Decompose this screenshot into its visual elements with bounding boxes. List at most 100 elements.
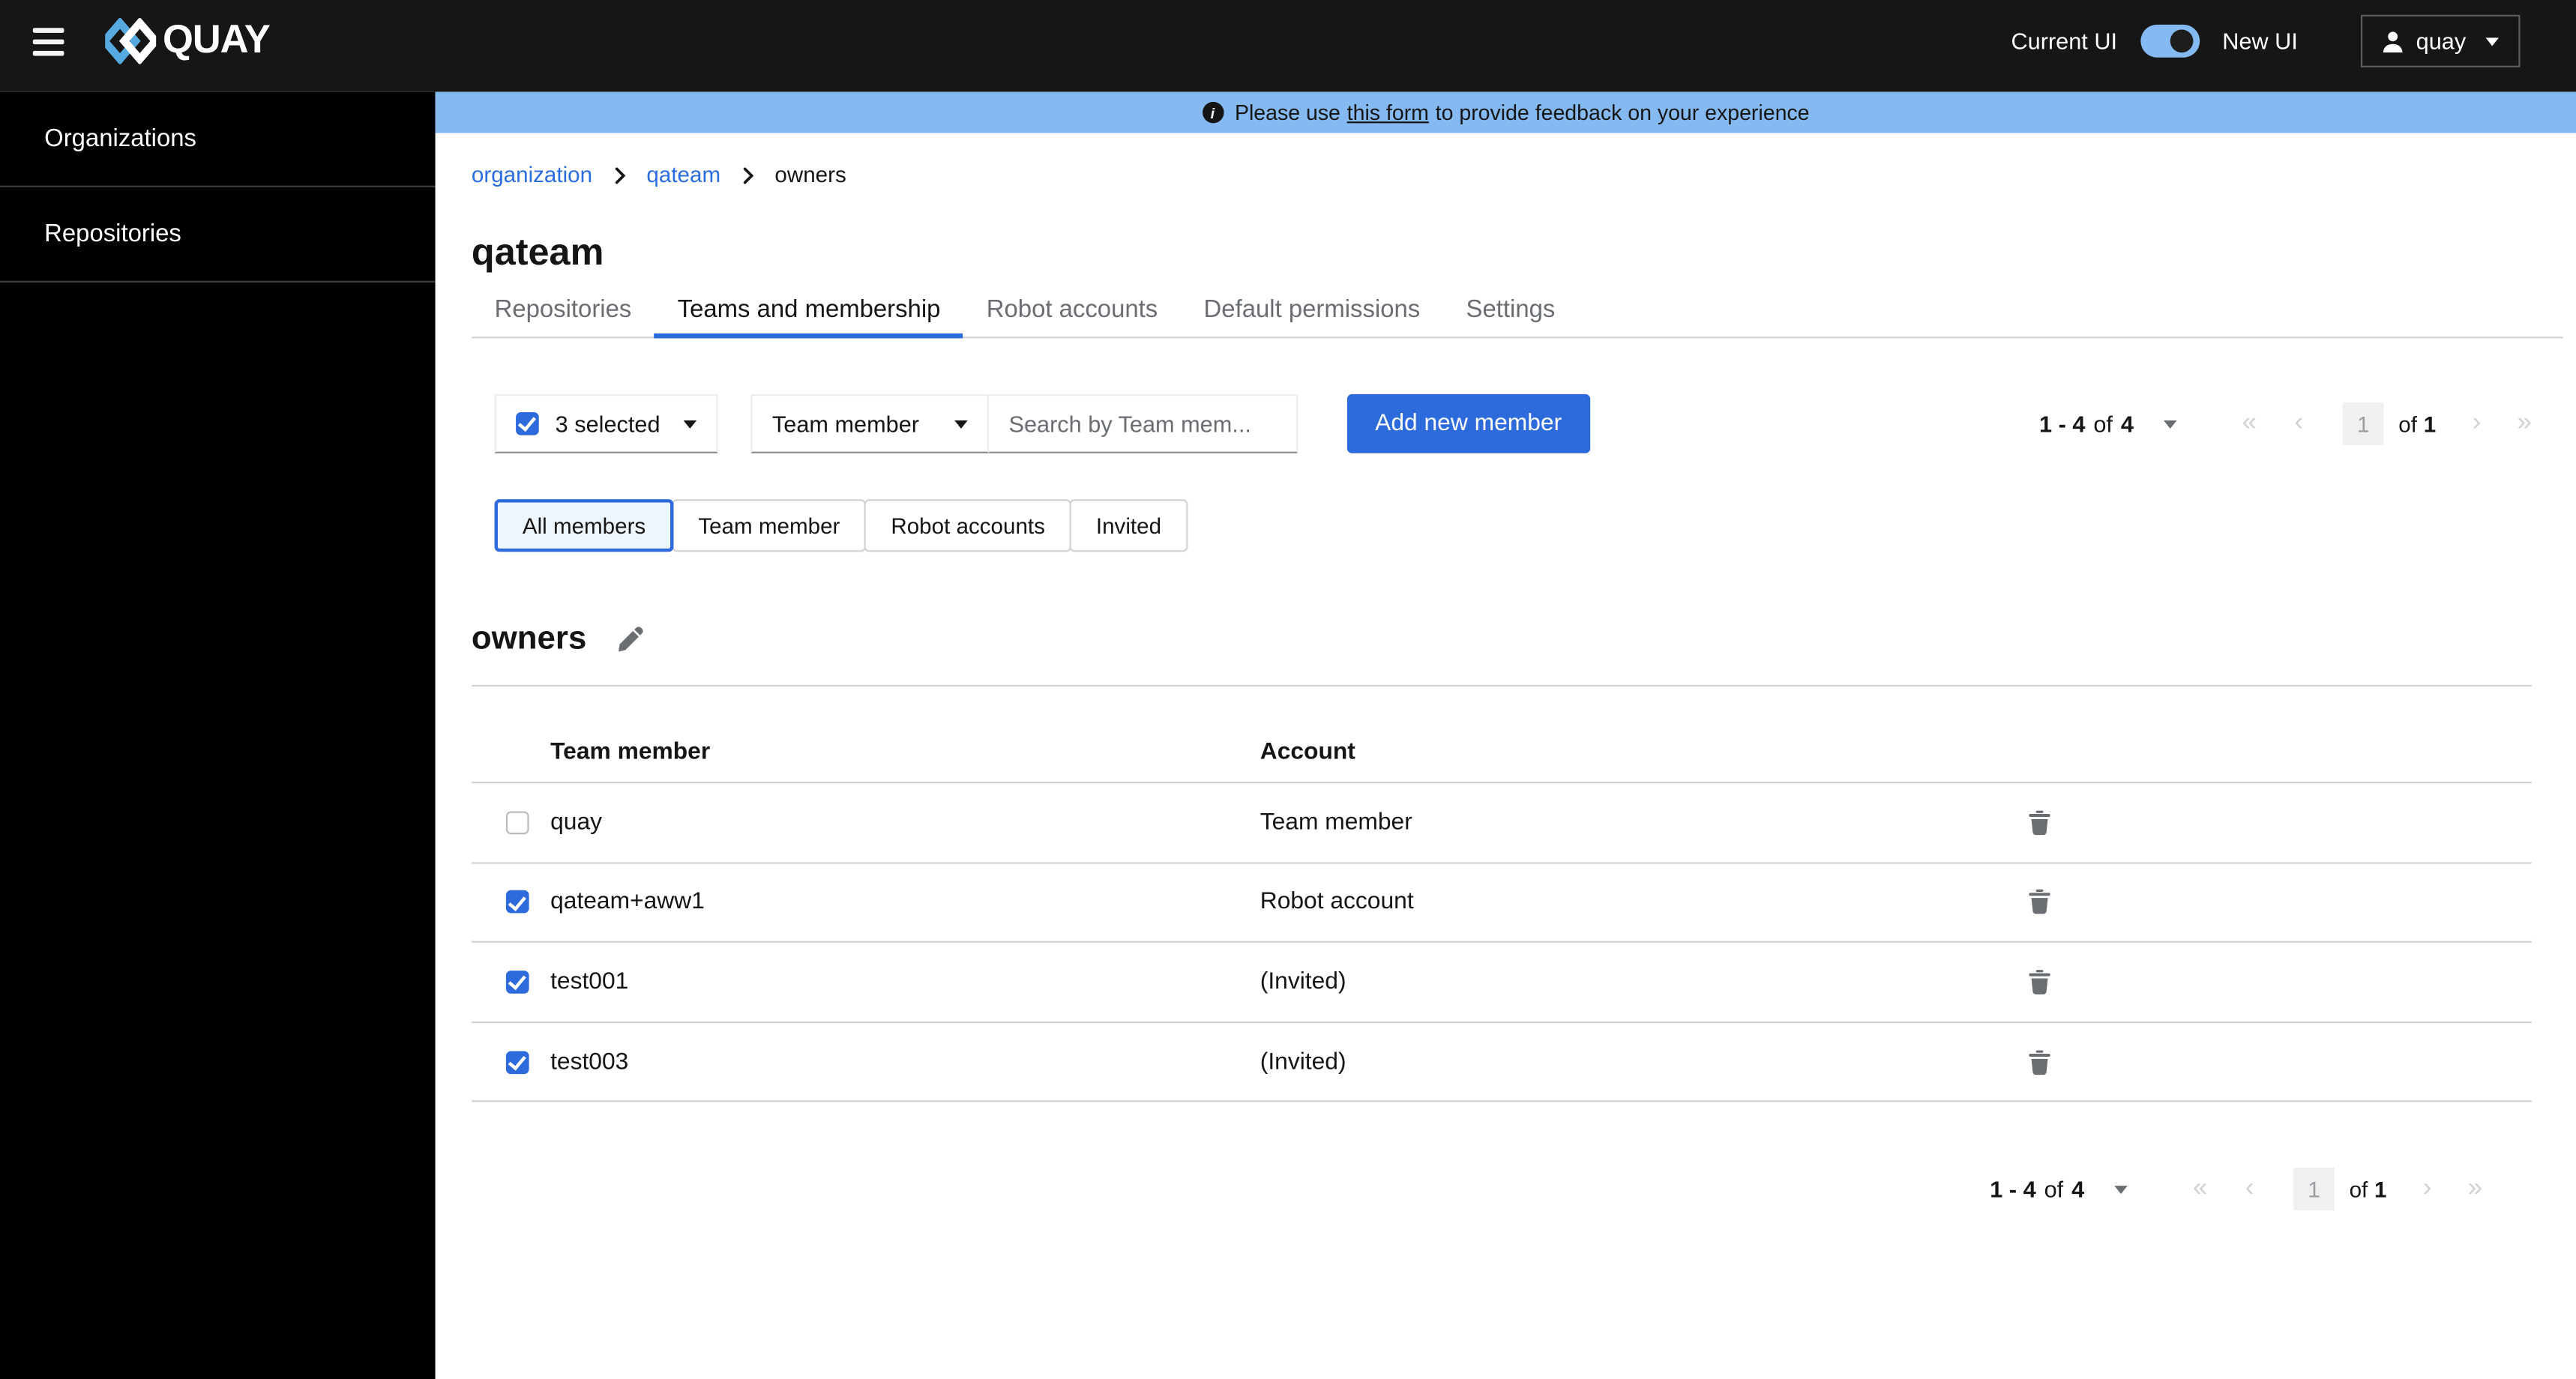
table-header-row: Team member Account — [471, 687, 2532, 784]
user-icon — [2383, 31, 2402, 52]
quay-app: QUAY Current UI New UI quay Organization… — [0, 0, 2576, 1379]
trash-icon — [2029, 970, 2050, 995]
chevron-down-icon — [954, 419, 968, 428]
breadcrumb-link-organization[interactable]: organization — [472, 163, 592, 187]
last-page-button[interactable]: » — [2517, 409, 2532, 438]
total-pages: 1 — [2374, 1177, 2387, 1202]
pagination-range: 1 - 4 — [1990, 1176, 2036, 1203]
tab-repositories[interactable]: Repositories — [472, 283, 654, 337]
page-of-total: of 1 — [2398, 411, 2436, 436]
pagination-total: 4 — [2071, 1176, 2085, 1203]
pencil-icon — [619, 627, 643, 652]
delete-member-button[interactable] — [2029, 969, 2050, 995]
tab-default-permissions[interactable]: Default permissions — [1181, 283, 1443, 337]
filter-invited[interactable]: Invited — [1069, 499, 1188, 552]
search-input[interactable] — [989, 393, 1298, 453]
row-checkbox[interactable] — [505, 890, 529, 914]
row-checkbox[interactable] — [505, 971, 529, 994]
filter-robot-accounts[interactable]: Robot accounts — [864, 499, 1071, 552]
toolbar: 3 selected Team member Add new member 1 … — [494, 393, 2532, 453]
table-row: qateam+aww1 Robot account — [471, 863, 2532, 944]
bulk-select-checkbox[interactable] — [516, 412, 539, 435]
pagination-nav: « ‹ 1 of 1 › » — [2242, 402, 2532, 445]
filter-team-member[interactable]: Team member — [672, 499, 867, 552]
ui-version-toggle[interactable] — [2140, 24, 2200, 58]
pagination-of-word: of — [2093, 410, 2113, 437]
new-ui-label: New UI — [2222, 28, 2298, 55]
sidebar-item-repositories[interactable]: Repositories — [0, 187, 436, 283]
table-row: quay Team member — [471, 783, 2532, 863]
member-name: test003 — [550, 1048, 629, 1075]
next-page-button[interactable]: › — [2472, 409, 2481, 438]
chevron-down-icon — [2485, 37, 2500, 46]
delete-member-button[interactable] — [2029, 889, 2050, 915]
breadcrumb-separator-icon — [742, 166, 753, 184]
trash-icon — [2029, 890, 2050, 915]
table-row: test001 (Invited) — [471, 943, 2532, 1023]
team-name: owners — [471, 621, 587, 657]
pagination-total: 4 — [2120, 410, 2134, 437]
bulk-select-dropdown[interactable]: 3 selected — [494, 393, 718, 453]
tab-settings[interactable]: Settings — [1443, 283, 1578, 337]
breadcrumb: organization qateam owners — [472, 163, 2576, 187]
main-content: i Please use this form to provide feedba… — [435, 91, 2576, 1379]
member-name: quay — [550, 809, 603, 836]
search-attribute-dropdown[interactable]: Team member — [750, 393, 990, 453]
sidebar-item-organizations[interactable]: Organizations — [0, 92, 436, 187]
breadcrumb-current: owners — [774, 162, 846, 187]
brand-name: QUAY — [162, 18, 271, 63]
tab-teams-and-membership[interactable]: Teams and membership — [654, 283, 964, 339]
total-pages: 1 — [2423, 411, 2437, 436]
edit-team-name-button[interactable] — [616, 626, 644, 654]
page-of-total: of 1 — [2350, 1177, 2387, 1202]
feedback-banner: i Please use this form to provide feedba… — [435, 91, 2576, 133]
member-type-filter: All members Team member Robot accounts I… — [494, 499, 2576, 552]
page-title: qateam — [471, 229, 604, 273]
delete-member-button[interactable] — [2029, 809, 2050, 836]
filter-all-members[interactable]: All members — [494, 499, 674, 552]
table-row: test003 (Invited) — [471, 1023, 2532, 1103]
user-menu[interactable]: quay — [2360, 14, 2521, 67]
pagination-summary[interactable]: 1 - 4 of 4 — [2039, 411, 2176, 437]
pagination-summary[interactable]: 1 - 4 of 4 — [1990, 1176, 2128, 1203]
next-page-button[interactable]: › — [2423, 1175, 2432, 1204]
breadcrumb-separator-icon — [614, 166, 625, 184]
previous-page-button[interactable]: ‹ — [2295, 409, 2304, 438]
current-page-input[interactable]: 1 — [2342, 402, 2384, 445]
banner-text-after: to provide feedback on your experience — [1435, 100, 1810, 125]
feedback-form-link[interactable]: this form — [1347, 100, 1429, 125]
column-header-team-member: Team member — [550, 739, 711, 766]
quay-logo-icon — [105, 18, 157, 64]
toggle-knob — [2170, 29, 2193, 53]
delete-member-button[interactable] — [2029, 1048, 2050, 1075]
sidebar: Organizations Repositories — [0, 91, 436, 1379]
current-ui-label: Current UI — [2011, 28, 2118, 55]
pagination-top: 1 - 4 of 4 « ‹ 1 of 1 › » — [2039, 402, 2532, 445]
last-page-button[interactable]: » — [2468, 1175, 2483, 1204]
row-checkbox[interactable] — [505, 1050, 529, 1074]
chevron-down-icon — [2163, 419, 2176, 428]
member-name: qateam+aww1 — [550, 889, 705, 916]
tab-bar: Repositories Teams and membership Robot … — [471, 283, 2563, 339]
search-attribute-label: Team member — [771, 410, 919, 437]
row-checkbox[interactable] — [505, 811, 529, 834]
trash-icon — [2029, 1049, 2050, 1075]
menu-icon[interactable] — [32, 27, 64, 55]
info-icon: i — [1202, 101, 1224, 124]
members-table: Team member Account quay Team member qat… — [471, 684, 2532, 1103]
member-account: (Invited) — [1260, 968, 1346, 995]
previous-page-button[interactable]: ‹ — [2245, 1175, 2254, 1204]
breadcrumb-link-qateam[interactable]: qateam — [646, 163, 720, 187]
member-account: Robot account — [1260, 889, 1414, 916]
pagination-bottom: 1 - 4 of 4 « ‹ 1 of 1 › » — [1990, 1168, 2482, 1211]
first-page-button[interactable]: « — [2242, 409, 2257, 438]
member-name: test001 — [550, 968, 629, 995]
tab-robot-accounts[interactable]: Robot accounts — [963, 283, 1181, 337]
first-page-button[interactable]: « — [2193, 1175, 2208, 1204]
masthead-right: Current UI New UI quay — [2011, 14, 2521, 67]
add-new-member-button[interactable]: Add new member — [1346, 393, 1590, 453]
member-account: Team member — [1260, 809, 1412, 836]
current-page-input[interactable]: 1 — [2293, 1168, 2335, 1211]
of-word: of — [2398, 411, 2417, 436]
column-header-account: Account — [1260, 739, 1355, 766]
